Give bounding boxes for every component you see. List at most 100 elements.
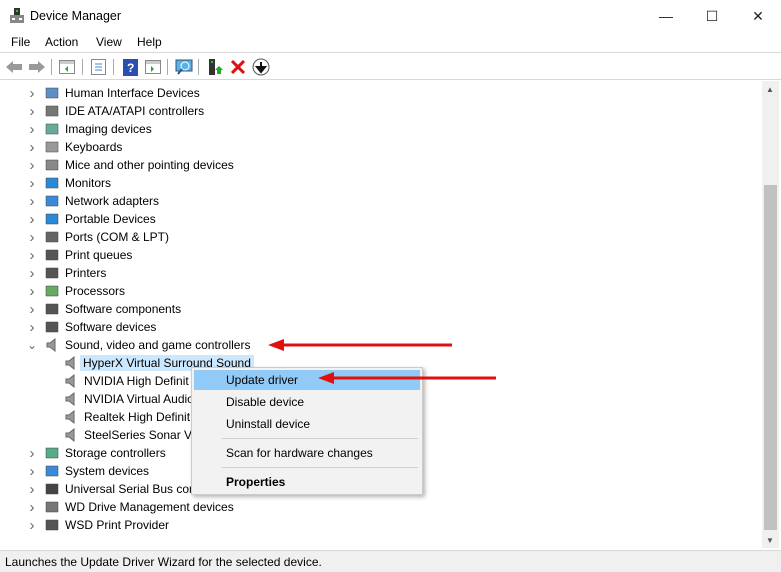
expand-icon[interactable]: › [27,301,37,318]
category-icon [45,176,59,190]
category-icon [45,122,59,136]
expand-icon[interactable]: › [27,445,37,462]
category-icon [45,140,59,154]
expand-icon[interactable]: › [27,283,37,300]
action-pane-icon[interactable] [144,58,162,76]
help-icon[interactable]: ? [121,58,139,76]
category-item[interactable]: › Imaging devices [0,120,760,138]
expand-icon[interactable]: › [27,481,37,498]
category-icon [45,248,59,262]
item-label: IDE ATA/ATAPI controllers [65,104,205,118]
vertical-scrollbar[interactable]: ▲ ▼ [762,81,779,548]
menu-action[interactable]: Action [45,35,78,49]
collapse-icon[interactable]: ⌄ [27,338,37,352]
item-label: NVIDIA High Definit [84,374,189,388]
scrollbar-thumb[interactable] [764,185,777,530]
update-driver-icon[interactable] [206,58,224,76]
category-item[interactable]: › Printers [0,264,760,282]
expand-icon[interactable]: › [27,247,37,264]
category-icon [45,500,59,514]
category-item[interactable]: › Software components [0,300,760,318]
status-bar: Launches the Update Driver Wizard for th… [0,550,781,572]
expand-icon[interactable]: › [27,229,37,246]
expand-icon[interactable]: › [27,463,37,480]
category-item[interactable]: › Portable Devices [0,210,760,228]
uninstall-icon[interactable] [229,58,247,76]
annotation-arrow [268,339,452,351]
menu-help[interactable]: Help [137,35,162,49]
expand-icon[interactable]: › [27,499,37,516]
menu-file[interactable]: File [11,35,30,49]
category-item[interactable]: › WSD Print Provider [0,516,760,534]
window-title: Device Manager [30,9,122,23]
expand-icon[interactable]: › [27,211,37,228]
expand-icon[interactable]: › [27,103,37,120]
category-item[interactable]: › Keyboards [0,138,760,156]
device-manager-icon [10,8,24,23]
expand-icon[interactable]: › [27,139,37,156]
category-item[interactable]: › Human Interface Devices [0,84,760,102]
category-item[interactable]: › Network adapters [0,192,760,210]
category-icon [45,446,59,460]
expand-icon[interactable]: › [27,175,37,192]
category-icon [45,464,59,478]
category-icon [45,194,59,208]
close-button[interactable]: ✕ [735,0,781,32]
expand-icon[interactable]: › [27,193,37,210]
category-item[interactable]: › Processors [0,282,760,300]
menu-item-properties[interactable]: Properties [194,472,420,492]
item-label: Software components [65,302,182,316]
scroll-up-icon[interactable]: ▲ [766,85,774,94]
item-label: Human Interface Devices [65,86,200,100]
expand-icon[interactable]: › [27,121,37,138]
category-item[interactable]: › IDE ATA/ATAPI controllers [0,102,760,120]
disable-icon[interactable] [252,58,270,76]
item-label: SteelSeries Sonar Vir [84,428,199,442]
category-icon [45,158,59,172]
item-label: WD Drive Management devices [65,500,234,514]
category-icon [45,104,59,118]
category-icon [45,266,59,280]
expand-icon[interactable]: › [27,85,37,102]
menu-item-scan-hardware[interactable]: Scan for hardware changes [194,443,420,463]
menu-item-disable-device[interactable]: Disable device [194,392,420,412]
category-item[interactable]: › Mice and other pointing devices [0,156,760,174]
item-label: Monitors [65,176,112,190]
maximize-button[interactable]: ☐ [689,0,735,32]
expand-icon[interactable]: › [27,265,37,282]
menu-view[interactable]: View [96,35,122,49]
menu-item-uninstall-device[interactable]: Uninstall device [194,414,420,434]
menu-separator [222,467,418,468]
menu-label: Properties [226,475,286,489]
expand-icon[interactable]: › [27,517,37,534]
menu-label: Update driver [226,373,299,387]
category-icon [45,212,59,226]
scroll-down-icon[interactable]: ▼ [766,536,774,545]
item-label: Print queues [65,248,133,262]
toolbar: ? [0,54,781,80]
category-item[interactable]: › WD Drive Management devices [0,498,760,516]
back-icon[interactable] [5,58,23,76]
menu-label: Uninstall device [226,417,311,431]
item-label: Software devices [65,320,157,334]
expand-icon[interactable]: › [27,319,37,336]
item-label: Keyboards [65,140,123,154]
category-item[interactable]: › Monitors [0,174,760,192]
item-label: Mice and other pointing devices [65,158,234,172]
category-icon [45,302,59,316]
category-item[interactable]: › Ports (COM & LPT) [0,228,760,246]
speaker-icon [64,391,78,407]
speaker-icon [64,355,78,371]
category-icon [45,320,59,334]
show-hide-console-tree-icon[interactable] [58,58,76,76]
item-label: Sound, video and game controllers [65,338,251,352]
speaker-icon [45,337,59,353]
category-item[interactable]: › Software devices [0,318,760,336]
category-item[interactable]: › Print queues [0,246,760,264]
properties-icon[interactable] [89,58,107,76]
annotation-arrow [318,372,496,384]
scan-hardware-icon[interactable] [175,58,193,76]
minimize-button[interactable]: — [643,0,689,32]
forward-icon[interactable] [28,58,46,76]
expand-icon[interactable]: › [27,157,37,174]
